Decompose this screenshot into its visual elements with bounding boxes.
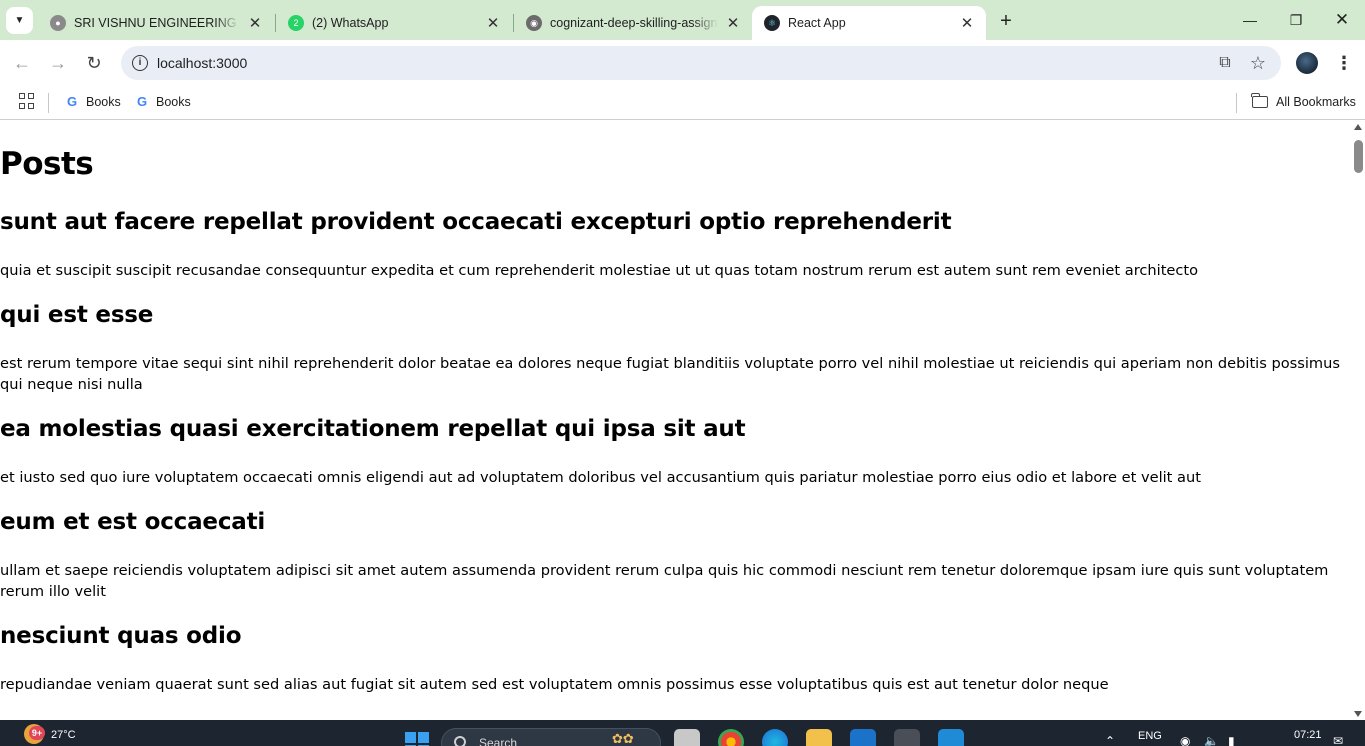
close-icon[interactable]: ✕ xyxy=(246,14,264,32)
edge-icon[interactable] xyxy=(762,729,788,746)
tab-whatsapp[interactable]: 2 (2) WhatsApp ✕ xyxy=(276,6,512,40)
google-icon: G xyxy=(66,94,78,109)
whatsapp-icon: 2 xyxy=(288,15,304,31)
taskbar-search[interactable]: Search ✿✿ xyxy=(441,728,661,746)
restore-icon: ❐ xyxy=(1289,11,1303,28)
react-icon: ⚛ xyxy=(764,15,780,31)
plus-icon: + xyxy=(1000,9,1012,32)
post-body: quia et suscipit suscipit recusandae con… xyxy=(0,262,1199,279)
browser-toolbar: ← → ↻ i localhost:3000 ⧉ ☆ ⋮ xyxy=(0,40,1365,86)
scroll-down-arrow-icon[interactable] xyxy=(1354,711,1362,717)
bookmark-label: Books xyxy=(86,95,121,109)
tab-title: cognizant-deep-skilling-assignments xyxy=(550,16,718,30)
apps-grid-icon[interactable] xyxy=(19,93,35,109)
maximize-button[interactable]: ❐ xyxy=(1273,0,1319,40)
close-icon[interactable]: ✕ xyxy=(958,14,976,32)
arrow-left-icon: ← xyxy=(13,52,31,73)
tab-title: (2) WhatsApp xyxy=(312,16,389,30)
close-icon: ✕ xyxy=(1334,10,1350,29)
tray-chevron-up-icon[interactable]: ⌃ xyxy=(1105,734,1115,746)
tab-github[interactable]: ◉ cognizant-deep-skilling-assignments ✕ xyxy=(514,6,752,40)
notifications-icon[interactable]: ✉ xyxy=(1333,734,1343,746)
windows-start-icon[interactable] xyxy=(405,732,429,746)
post-body: est rerum tempore vitae sequi sint nihil… xyxy=(0,355,1340,393)
close-window-button[interactable]: ✕ xyxy=(1319,0,1365,40)
tab-title: SRI VISHNU ENGINEERING COLLEGE xyxy=(74,16,240,30)
tab-react-app[interactable]: ⚛ React App ✕ xyxy=(752,6,986,40)
outlook-icon[interactable] xyxy=(850,729,876,746)
install-app-icon[interactable]: ⧉ xyxy=(1215,53,1235,73)
new-tab-button[interactable]: + xyxy=(994,9,1018,33)
github-icon: ◉ xyxy=(526,15,542,31)
post-title: eum et est occaecati xyxy=(0,509,266,535)
chevron-down-icon: ▼ xyxy=(14,15,25,26)
vscode-icon[interactable] xyxy=(938,729,964,746)
site-info-icon[interactable]: i xyxy=(132,55,148,71)
search-icon xyxy=(454,736,466,746)
bookmarks-separator xyxy=(48,93,49,113)
battery-icon[interactable]: ▮ xyxy=(1228,734,1235,746)
address-bar[interactable]: i localhost:3000 ⧉ ☆ xyxy=(121,46,1281,80)
search-highlight-icon: ✿✿ xyxy=(612,731,634,746)
scrollbar-thumb[interactable] xyxy=(1354,140,1363,173)
back-button[interactable]: ← xyxy=(9,50,35,76)
language-indicator[interactable]: ENG xyxy=(1138,730,1162,742)
close-icon[interactable]: ✕ xyxy=(484,14,502,32)
reload-icon: ↻ xyxy=(86,52,102,73)
bookmark-star-icon[interactable]: ☆ xyxy=(1248,53,1268,73)
minimize-icon: — xyxy=(1243,12,1257,28)
bookmark-books-2[interactable]: G Books xyxy=(135,92,191,112)
post-title: qui est esse xyxy=(0,302,154,328)
bookmarks-bar: G Books G Books All Bookmarks xyxy=(0,86,1365,120)
page-viewport: Posts sunt aut facere repellat provident… xyxy=(0,121,1352,720)
file-explorer-icon[interactable] xyxy=(806,729,832,746)
page-title: Posts xyxy=(0,146,94,182)
reload-button[interactable]: ↻ xyxy=(81,50,107,76)
terminal-icon[interactable] xyxy=(894,729,920,746)
minimize-button[interactable]: — xyxy=(1227,0,1273,40)
notification-badge: 9+ xyxy=(29,726,45,740)
post-title: ea molestias quasi exercitationem repell… xyxy=(0,416,746,442)
scroll-up-arrow-icon[interactable] xyxy=(1354,124,1362,130)
tab-sri-vishnu[interactable]: ● SRI VISHNU ENGINEERING COLLEGE ✕ xyxy=(38,6,274,40)
bookmark-books-1[interactable]: G Books xyxy=(65,92,121,112)
profile-avatar[interactable] xyxy=(1296,52,1318,74)
more-vertical-icon: ⋮ xyxy=(1335,52,1353,73)
close-icon[interactable]: ✕ xyxy=(724,14,742,32)
bookmarks-separator xyxy=(1236,93,1237,113)
chrome-icon[interactable] xyxy=(718,729,744,746)
folder-icon xyxy=(1251,93,1268,108)
bookmark-label: Books xyxy=(156,95,191,109)
globe-icon: ● xyxy=(50,15,66,31)
tab-title: React App xyxy=(788,16,846,30)
post-body: et iusto sed quo iure voluptatem occaeca… xyxy=(0,469,1201,486)
browser-menu-button[interactable]: ⋮ xyxy=(1335,52,1353,74)
task-view-icon[interactable] xyxy=(674,729,700,746)
search-placeholder: Search xyxy=(479,736,518,746)
all-bookmarks-label: All Bookmarks xyxy=(1276,95,1356,109)
post-title: sunt aut facere repellat provident occae… xyxy=(0,209,952,235)
tab-strip: ▼ ● SRI VISHNU ENGINEERING COLLEGE ✕ 2 (… xyxy=(0,0,1365,40)
all-bookmarks-button[interactable]: All Bookmarks xyxy=(1251,92,1356,112)
windows-taskbar: 9+ 27°C Search ✿✿ ⌃ ENG ◉ 🔈 ▮ 07:21 ✉ xyxy=(0,720,1365,746)
post-body: repudiandae veniam quaerat sunt sed alia… xyxy=(0,676,1109,693)
arrow-right-icon: → xyxy=(49,52,67,73)
page-scrollbar[interactable] xyxy=(1352,121,1365,720)
clock-time[interactable]: 07:21 xyxy=(1294,729,1322,741)
forward-button[interactable]: → xyxy=(45,50,71,76)
weather-temperature[interactable]: 27°C xyxy=(51,729,76,741)
volume-muted-icon[interactable]: 🔈 xyxy=(1204,734,1219,746)
google-icon: G xyxy=(136,94,148,109)
wifi-icon[interactable]: ◉ xyxy=(1180,734,1190,746)
post-title: nesciunt quas odio xyxy=(0,623,242,649)
tab-search-button[interactable]: ▼ xyxy=(6,7,33,34)
post-body: ullam et saepe reiciendis voluptatem adi… xyxy=(0,562,1329,600)
address-text[interactable]: localhost:3000 xyxy=(157,55,247,71)
